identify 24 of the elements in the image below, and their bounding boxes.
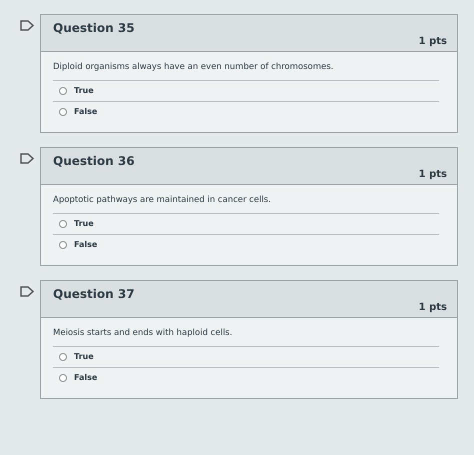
- radio-button[interactable]: [59, 220, 67, 228]
- points-label: 1 pts: [418, 36, 447, 47]
- flag-icon[interactable]: [20, 286, 34, 297]
- points-label: 1 pts: [418, 169, 447, 180]
- answer-label[interactable]: True: [74, 219, 94, 228]
- question-text: Apoptotic pathways are maintained in cancer cells.: [53, 195, 272, 205]
- question-title: Question 36: [53, 154, 135, 168]
- question-text: Meiosis starts and ends with haploid cells.: [53, 328, 234, 338]
- answer-label[interactable]: False: [74, 107, 98, 116]
- radio-button[interactable]: [59, 108, 67, 116]
- flag-icon[interactable]: [20, 20, 34, 31]
- points-label: 1 pts: [418, 302, 447, 313]
- answer-label[interactable]: False: [74, 240, 98, 249]
- radio-button[interactable]: [59, 240, 67, 248]
- radio-button[interactable]: [59, 374, 67, 382]
- radio-button[interactable]: [59, 86, 67, 94]
- answer-label[interactable]: True: [74, 86, 94, 95]
- question-title: Question 37: [53, 287, 135, 301]
- answer-label[interactable]: True: [74, 352, 94, 361]
- question-text: Diploid organisms always have an even number of chromosomes.: [53, 62, 334, 72]
- question-title: Question 35: [53, 21, 135, 35]
- flag-icon[interactable]: [20, 153, 34, 164]
- answer-label[interactable]: False: [74, 373, 98, 382]
- radio-button[interactable]: [59, 352, 67, 360]
